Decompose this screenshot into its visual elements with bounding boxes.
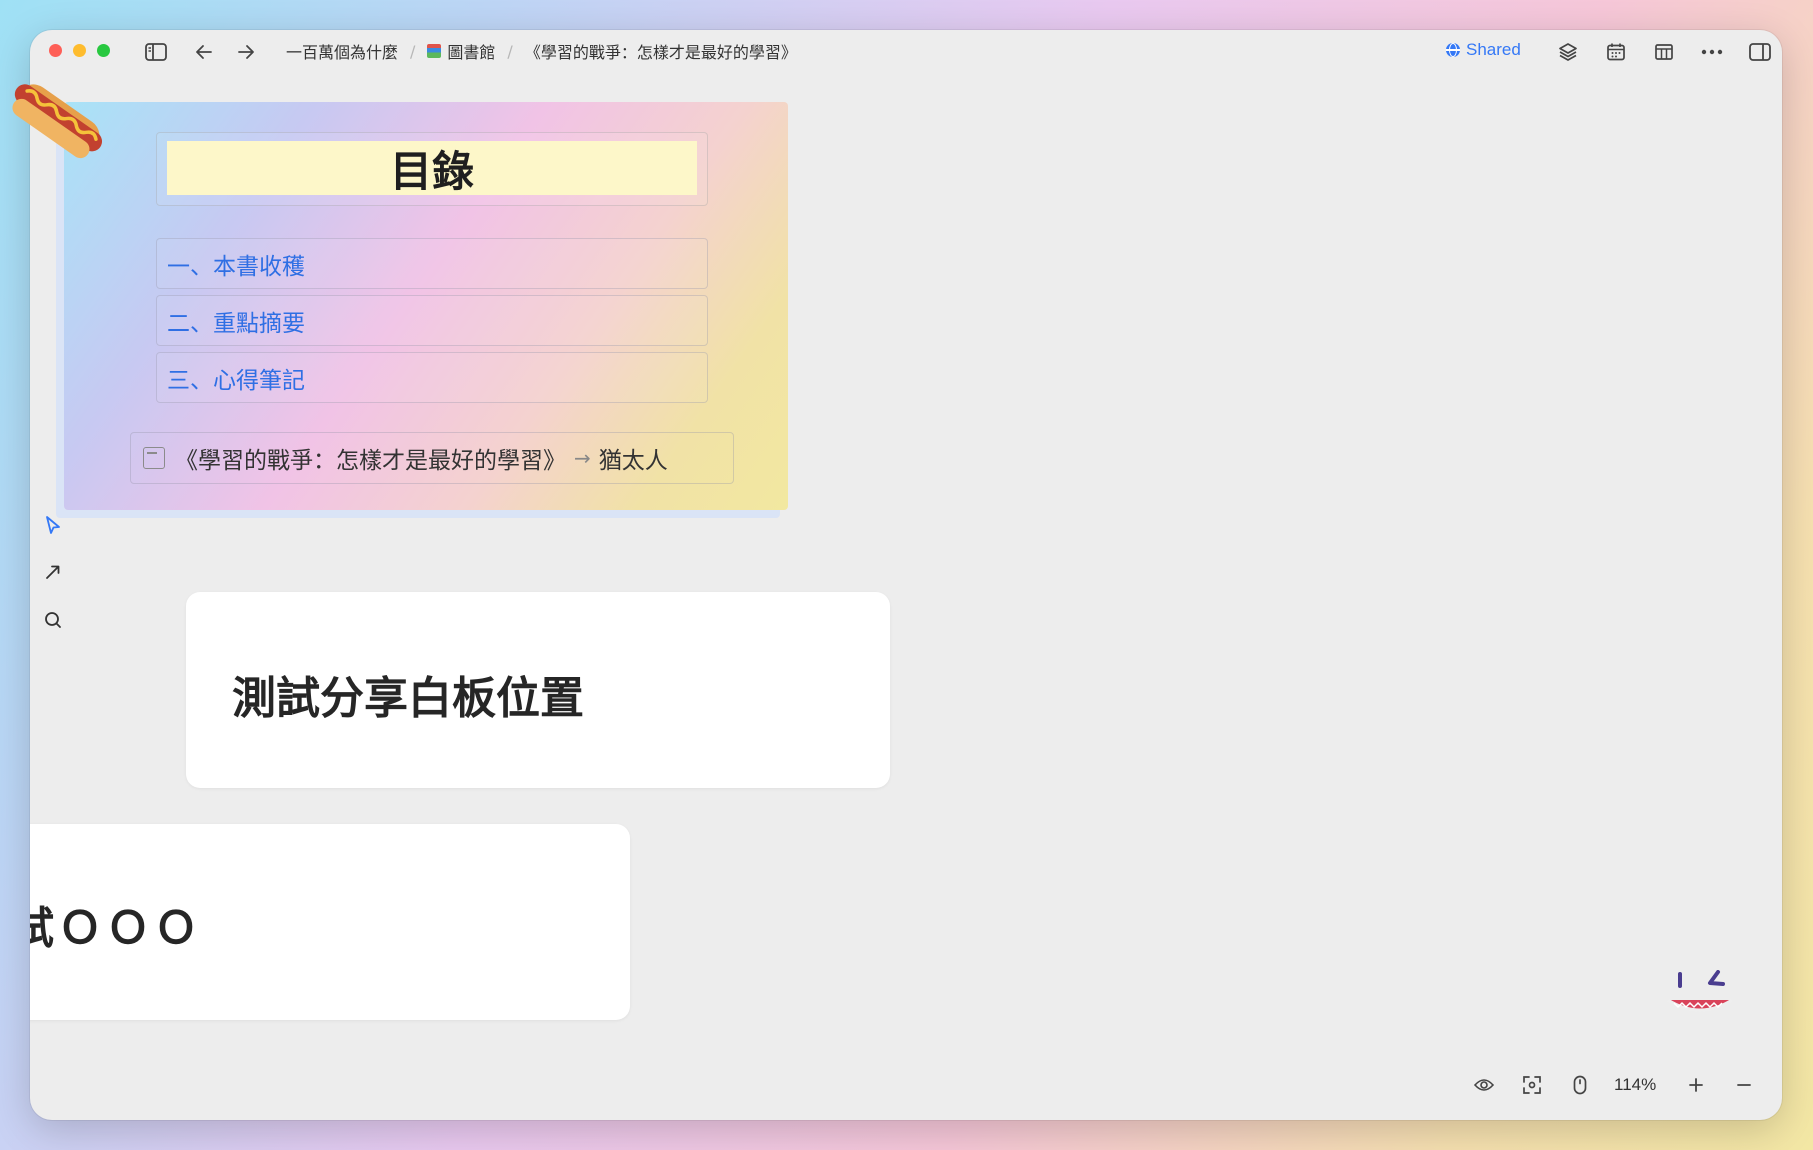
zoom-level[interactable]: 114% <box>1614 1075 1656 1095</box>
fit-to-screen-icon[interactable] <box>1518 1071 1546 1099</box>
globe-icon <box>1446 43 1460 57</box>
card-text: 測試分享白板位置 <box>232 673 584 724</box>
eye-icon[interactable] <box>1470 1071 1498 1099</box>
library-icon[interactable] <box>1650 38 1678 66</box>
card-text: 試ＯＯＯ <box>30 903 202 954</box>
close-window-button[interactable] <box>49 44 62 57</box>
toc-item[interactable]: 二、重點摘要 <box>156 295 708 346</box>
forward-arrow-icon[interactable] <box>232 38 260 66</box>
zoom-window-button[interactable] <box>97 44 110 57</box>
breadcrumb-item-current[interactable]: 《學習的戰爭：怎樣才是最好的學習》 <box>525 39 797 63</box>
breadcrumb-item[interactable]: 一百萬個為什麼 <box>286 39 398 63</box>
page-icon <box>143 447 165 469</box>
hotdog-sticker-icon <box>4 62 114 172</box>
more-options-icon[interactable] <box>1698 38 1726 66</box>
linked-page-target: 猶太人 <box>598 448 668 474</box>
arrow-right-icon: → <box>574 446 591 470</box>
back-arrow-icon[interactable] <box>190 38 218 66</box>
toc-title-block[interactable]: 目錄 <box>156 132 708 206</box>
breadcrumb-separator: / <box>507 41 513 61</box>
zoom-in-icon[interactable] <box>1682 1071 1710 1099</box>
whiteboard-card[interactable]: 測試分享白板位置 <box>186 592 890 788</box>
layers-icon[interactable] <box>1554 38 1582 66</box>
toc-title: 目錄 <box>167 141 697 196</box>
zoom-out-icon[interactable] <box>1730 1071 1758 1099</box>
select-tool-icon[interactable] <box>38 510 68 540</box>
canvas-controls: 114% <box>1470 1070 1758 1100</box>
right-panel-toggle-icon[interactable] <box>1746 38 1774 66</box>
breadcrumb: 一百萬個為什麼 / 圖書館 / 《學習的戰爭：怎樣才是最好的學習》 <box>286 39 797 63</box>
minimize-window-button[interactable] <box>73 44 86 57</box>
sidebar-toggle-icon[interactable] <box>142 38 170 66</box>
mascot-face-icon <box>1660 970 1740 1030</box>
breadcrumb-item[interactable]: 圖書館 <box>447 39 495 63</box>
toc-item[interactable]: 三、心得筆記 <box>156 352 708 403</box>
toc-card[interactable]: 目錄 一、本書收穫 二、重點摘要 三、心得筆記 《學習的戰爭：怎樣才是最好的學習… <box>64 102 788 510</box>
connector-tool-icon[interactable] <box>38 557 68 587</box>
mouse-icon[interactable] <box>1566 1071 1594 1099</box>
app-window: 一百萬個為什麼 / 圖書館 / 《學習的戰爭：怎樣才是最好的學習》 Shared <box>30 30 1782 1120</box>
shared-label: Shared <box>1466 40 1521 59</box>
whiteboard-card[interactable]: 試ＯＯＯ <box>30 824 630 1020</box>
search-icon[interactable] <box>38 605 68 635</box>
linked-page-title: 《學習的戰爭：怎樣才是最好的學習》 <box>175 448 566 474</box>
linked-page-reference[interactable]: 《學習的戰爭：怎樣才是最好的學習》 → 猶太人 <box>130 432 734 484</box>
shared-button[interactable]: Shared <box>1446 40 1521 60</box>
breadcrumb-separator: / <box>410 41 416 61</box>
calendar-icon[interactable] <box>1602 38 1630 66</box>
toc-item[interactable]: 一、本書收穫 <box>156 238 708 289</box>
books-icon <box>427 44 442 58</box>
title-bar: 一百萬個為什麼 / 圖書館 / 《學習的戰爭：怎樣才是最好的學習》 Shared <box>30 30 1782 72</box>
